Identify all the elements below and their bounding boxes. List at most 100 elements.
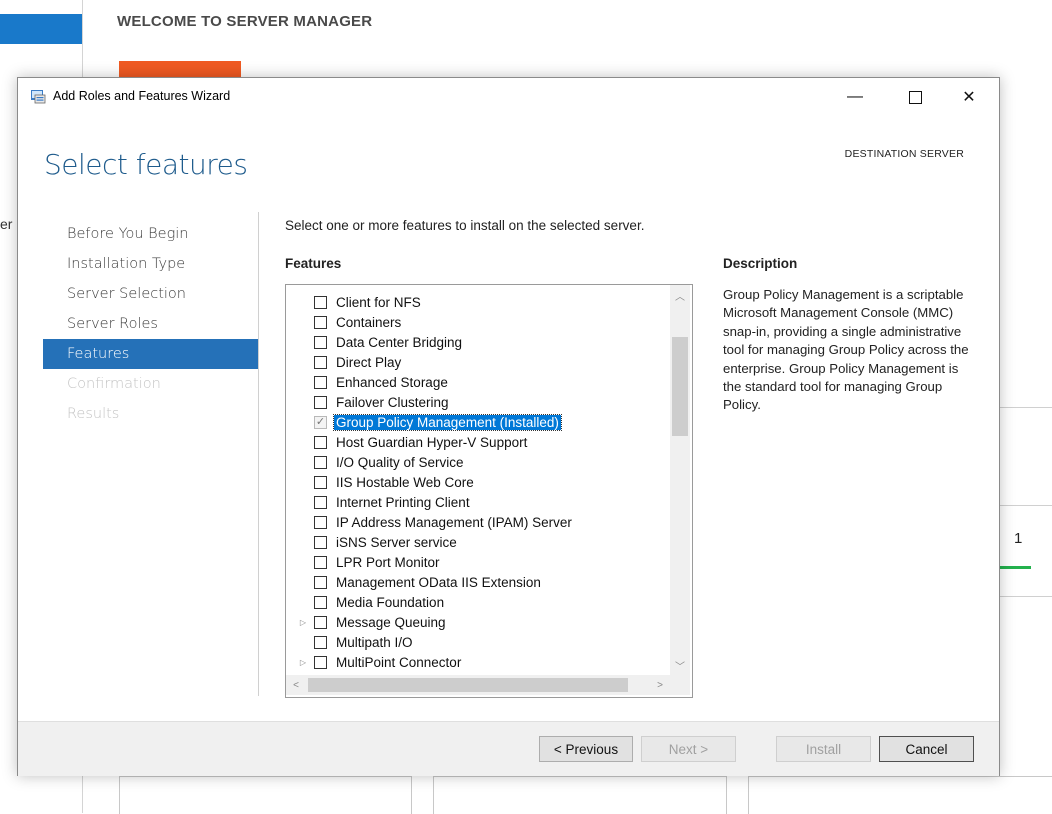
feature-checkbox[interactable] (314, 315, 327, 329)
feature-checkbox[interactable] (314, 535, 327, 549)
scroll-right-icon[interactable]: > (650, 675, 670, 695)
feature-checkbox[interactable] (314, 455, 327, 469)
feature-row[interactable]: iSNS Server service (286, 532, 669, 552)
feature-row[interactable]: Host Guardian Hyper-V Support (286, 432, 669, 452)
feature-row[interactable]: ▷ MultiPoint Connector (286, 652, 669, 672)
feature-row[interactable]: Enhanced Storage (286, 372, 669, 392)
feature-row[interactable]: ✓ Group Policy Management (Installed) (286, 412, 669, 432)
cancel-button[interactable]: Cancel (879, 736, 974, 762)
previous-button[interactable]: < Previous (539, 736, 633, 762)
feature-label[interactable]: IIS Hostable Web Core (334, 475, 476, 490)
feature-checkbox[interactable] (314, 475, 327, 489)
horizontal-scroll-thumb[interactable] (308, 678, 628, 692)
feature-label[interactable]: Client for NFS (334, 295, 423, 310)
server-manager-bottom-tile-2 (433, 776, 727, 814)
features-tree[interactable]: Client for NFS Containers Data Center Brid… (285, 284, 693, 698)
feature-label[interactable]: Multipath I/O (334, 635, 415, 650)
expand-arrow-icon[interactable]: ▷ (296, 658, 310, 667)
feature-label[interactable]: LPR Port Monitor (334, 555, 442, 570)
feature-label[interactable]: Containers (334, 315, 403, 330)
feature-label[interactable]: Enhanced Storage (334, 375, 450, 390)
page-title: Select features (44, 148, 248, 181)
feature-checkbox[interactable] (314, 575, 327, 589)
scroll-left-icon[interactable]: < (286, 675, 306, 695)
maximize-button[interactable] (893, 82, 937, 112)
feature-label[interactable]: Management OData IIS Extension (334, 575, 543, 590)
feature-label[interactable]: Host Guardian Hyper-V Support (334, 435, 529, 450)
feature-checkbox[interactable] (314, 615, 327, 629)
horizontal-scrollbar[interactable]: < > (286, 675, 670, 695)
feature-row[interactable]: IP Address Management (IPAM) Server (286, 512, 669, 532)
feature-checkbox[interactable] (314, 495, 327, 509)
feature-checkbox[interactable] (314, 375, 327, 389)
feature-row[interactable]: I/O Quality of Service (286, 452, 669, 472)
nav-step-before-you-begin[interactable]: Before You Begin (43, 219, 258, 249)
feature-label[interactable]: IP Address Management (IPAM) Server (334, 515, 574, 530)
feature-row[interactable]: Failover Clustering (286, 392, 669, 412)
feature-row[interactable]: Multipath I/O (286, 632, 669, 652)
wizard-footer: < Previous Next > Install Cancel (18, 721, 999, 776)
server-manager-status-indicator (998, 566, 1031, 569)
feature-row[interactable]: IIS Hostable Web Core (286, 472, 669, 492)
feature-row[interactable]: Data Center Bridging (286, 332, 669, 352)
nav-step-server-selection[interactable]: Server Selection (43, 279, 258, 309)
feature-label[interactable]: Data Center Bridging (334, 335, 464, 350)
install-button[interactable]: Install (776, 736, 871, 762)
server-manager-welcome-title: WELCOME TO SERVER MANAGER (117, 13, 373, 30)
feature-label[interactable]: Internet Printing Client (334, 495, 472, 510)
feature-label[interactable]: iSNS Server service (334, 535, 459, 550)
scroll-up-icon[interactable]: ︿ (670, 285, 690, 305)
feature-row[interactable]: LPR Port Monitor (286, 552, 669, 572)
window-title: Add Roles and Features Wizard (53, 89, 231, 103)
feature-label[interactable]: Message Queuing (334, 615, 448, 630)
nav-step-features[interactable]: Features (43, 339, 258, 369)
scrollbar-corner (670, 675, 690, 695)
feature-checkbox[interactable] (314, 595, 327, 609)
feature-row[interactable]: Client for NFS (286, 292, 669, 312)
feature-row[interactable]: Media Foundation (286, 592, 669, 612)
destination-server-name (874, 166, 979, 176)
destination-server-label: DESTINATION SERVER (844, 148, 964, 160)
maximize-icon (908, 90, 922, 104)
feature-label[interactable]: Direct Play (334, 355, 403, 370)
vertical-scrollbar[interactable]: ︿ ﹀ (670, 285, 690, 675)
feature-row[interactable]: ▷ Message Queuing (286, 612, 669, 632)
feature-row[interactable]: Management OData IIS Extension (286, 572, 669, 592)
vertical-scroll-thumb[interactable] (672, 337, 688, 436)
feature-label[interactable]: Failover Clustering (334, 395, 451, 410)
feature-label[interactable]: Group Policy Management (Installed) (333, 413, 562, 431)
feature-row[interactable]: Containers (286, 312, 669, 332)
server-manager-tile[interactable] (998, 505, 1052, 597)
feature-checkbox[interactable] (314, 335, 327, 349)
feature-checkbox[interactable] (314, 355, 327, 369)
feature-label[interactable]: Media Foundation (334, 595, 446, 610)
close-button[interactable]: ✕ (947, 82, 991, 112)
features-heading: Features (285, 256, 342, 271)
feature-checkbox[interactable] (314, 635, 327, 649)
feature-checkbox[interactable] (314, 515, 327, 529)
title-bar[interactable]: Add Roles and Features Wizard — ✕ (18, 78, 999, 116)
expand-arrow-icon[interactable]: ▷ (296, 618, 310, 627)
feature-checkbox: ✓ (314, 415, 327, 429)
nav-step-installation-type[interactable]: Installation Type (43, 249, 258, 279)
server-manager-nav-highlight (0, 14, 82, 44)
server-manager-bottom-tile-1 (119, 776, 412, 814)
minimize-icon: — (847, 88, 863, 105)
wizard-step-nav: Before You Begin Installation Type Server … (43, 219, 258, 429)
next-button[interactable]: Next > (641, 736, 736, 762)
wizard-app-icon (31, 90, 46, 104)
feature-checkbox[interactable] (314, 435, 327, 449)
minimize-button[interactable]: — (833, 82, 877, 112)
feature-checkbox[interactable] (314, 395, 327, 409)
feature-label[interactable]: MultiPoint Connector (334, 655, 463, 670)
instruction-text: Select one or more features to install o… (285, 218, 645, 233)
close-icon: ✕ (962, 89, 976, 106)
feature-row[interactable]: Internet Printing Client (286, 492, 669, 512)
nav-step-server-roles[interactable]: Server Roles (43, 309, 258, 339)
feature-checkbox[interactable] (314, 555, 327, 569)
feature-row[interactable]: Direct Play (286, 352, 669, 372)
scroll-down-icon[interactable]: ﹀ (670, 655, 690, 675)
feature-checkbox[interactable] (314, 655, 327, 669)
feature-checkbox[interactable] (314, 295, 327, 309)
feature-label[interactable]: I/O Quality of Service (334, 455, 466, 470)
